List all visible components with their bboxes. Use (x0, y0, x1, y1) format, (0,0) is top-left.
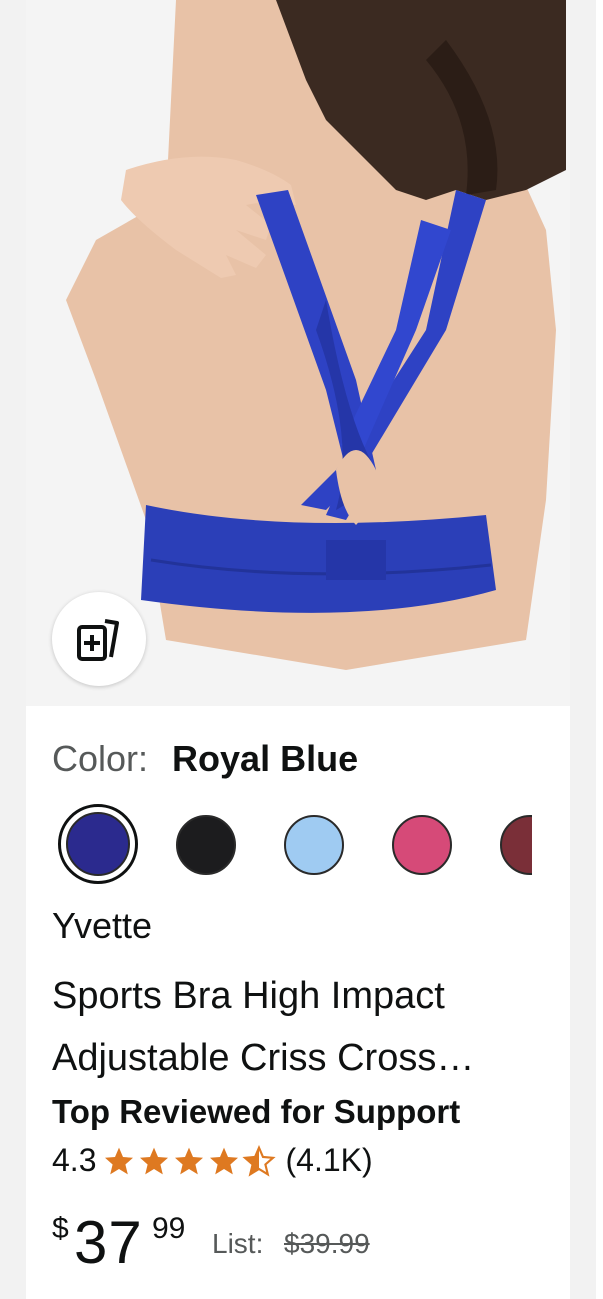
selected-color-name: Royal Blue (172, 738, 359, 779)
price-whole: 37 (74, 1209, 143, 1276)
star-full-icon (210, 1147, 239, 1174)
star-half-icon (242, 1144, 277, 1177)
list-price-label: List: (212, 1228, 264, 1259)
rating-row[interactable]: 4.3 (4.1K) (52, 1142, 373, 1179)
rating-value: 4.3 (52, 1142, 97, 1178)
top-reviewed-badge: Top Reviewed for Support (52, 1093, 461, 1130)
brand-name[interactable]: Yvette (52, 905, 152, 947)
review-count: (4.1K) (285, 1142, 373, 1178)
color-swatch-burgundy[interactable] (500, 815, 532, 875)
star-full-icon (140, 1147, 169, 1174)
price-currency-symbol: $ (52, 1212, 69, 1245)
compare-button[interactable] (52, 592, 146, 686)
next-card-edge (596, 0, 603, 1299)
color-swatch-light-blue[interactable] (284, 815, 344, 875)
color-swatch-royal-blue[interactable] (66, 812, 130, 876)
color-swatch-black[interactable] (176, 815, 236, 875)
color-label: Color: (52, 738, 149, 779)
color-swatch-pink[interactable] (392, 815, 452, 875)
color-selection-row: Color: Royal Blue (52, 738, 358, 780)
star-rating (102, 1144, 277, 1177)
star-full-icon (105, 1147, 134, 1174)
add-to-compare-icon (77, 619, 119, 661)
star-full-icon (175, 1147, 204, 1174)
product-title[interactable]: Sports Bra High Impact Adjustable Criss … (52, 965, 522, 1089)
list-price: $39.99 (284, 1228, 370, 1259)
price-fraction: 99 (152, 1212, 186, 1245)
